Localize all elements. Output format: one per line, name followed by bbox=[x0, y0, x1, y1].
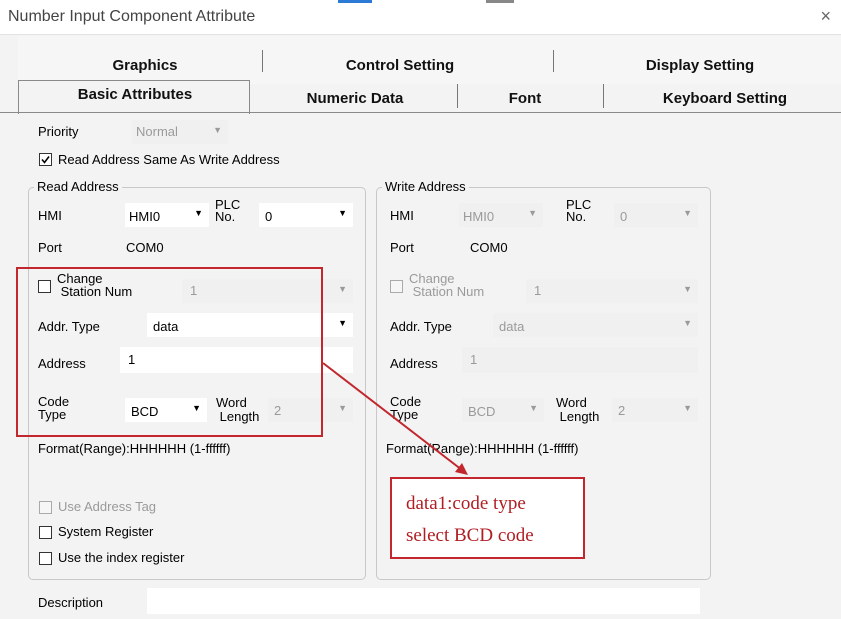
callout-line-2: select BCD code bbox=[406, 525, 534, 546]
callout-line-1: data1:code type bbox=[406, 493, 526, 514]
annotation-callout: data1:code type select BCD code bbox=[390, 477, 585, 559]
